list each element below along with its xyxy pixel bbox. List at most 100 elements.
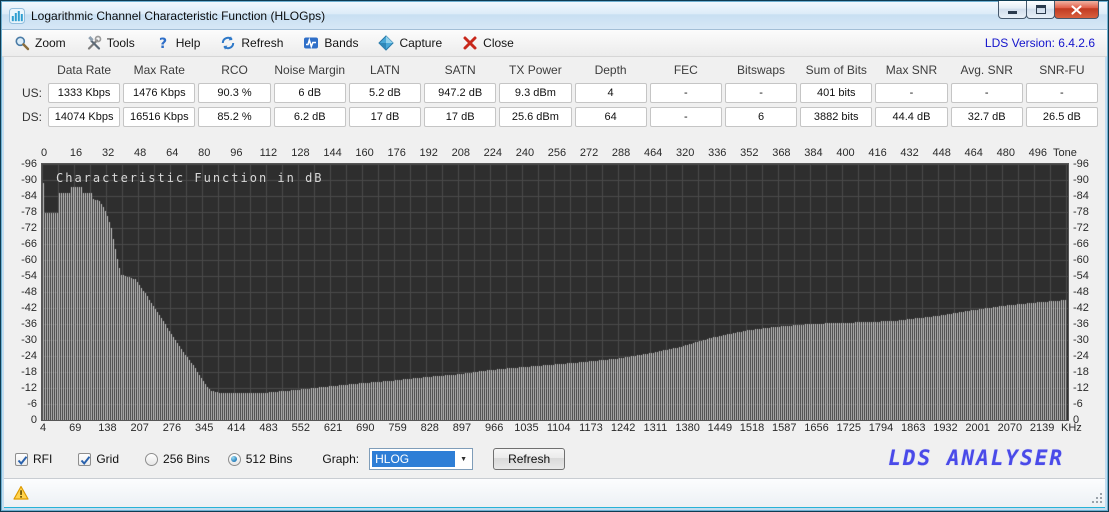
db-tick: -30 (3, 334, 37, 346)
db-tick: -66 (1073, 238, 1107, 250)
db-tick: -54 (3, 270, 37, 282)
khz-tick: 966 (485, 422, 503, 434)
title-bar[interactable]: Logarithmic Channel Characteristic Funct… (2, 2, 1107, 30)
bins-512-radio[interactable] (228, 453, 241, 466)
toolbar-button-zoom[interactable]: Zoom (14, 35, 66, 51)
tone-tick: 16 (70, 147, 82, 159)
toolbar-button-tools[interactable]: Tools (86, 35, 135, 51)
khz-tick: 552 (292, 422, 310, 434)
y-axis-right: -96-90-84-78-72-66-60-54-48-42-36-30-24-… (1073, 163, 1107, 421)
db-tick: -36 (3, 318, 37, 330)
stats-value-cell: 1333 Kbps (48, 83, 120, 103)
plot-area[interactable]: Characteristic Function in dB (41, 163, 1069, 421)
status-bar (4, 478, 1105, 506)
khz-tick: 345 (195, 422, 213, 434)
toolbar-button-label: Capture (399, 36, 442, 50)
tone-tick: 256 (548, 147, 566, 159)
tone-tick: 336 (708, 147, 726, 159)
stats-value-cell: - (1026, 83, 1098, 103)
tone-tick: 128 (291, 147, 309, 159)
svg-text:?: ? (159, 36, 167, 51)
graph-select[interactable]: HLOG ▼ (369, 448, 473, 470)
hlog-plot-canvas[interactable] (42, 164, 1068, 420)
khz-tick: 1104 (547, 422, 571, 434)
khz-tick: 1932 (933, 422, 957, 434)
stats-column-header: Sum of Bits (800, 63, 872, 79)
minimize-button[interactable] (998, 1, 1027, 19)
db-tick: -90 (1073, 174, 1107, 186)
stats-value-cell: 90.3 % (198, 83, 270, 103)
toolbar-button-refresh[interactable]: Refresh (220, 35, 283, 51)
toolbar-button-help[interactable]: ?Help (155, 35, 201, 51)
db-tick: -6 (1073, 398, 1107, 410)
stats-column-header: Depth (575, 63, 647, 79)
grid-checkbox[interactable] (78, 453, 91, 466)
db-tick: -84 (3, 190, 37, 202)
khz-tick: 1794 (869, 422, 893, 434)
khz-tick: 276 (163, 422, 181, 434)
tone-tick: 448 (932, 147, 950, 159)
khz-tick: 1863 (901, 422, 925, 434)
tone-tick: 64 (166, 147, 178, 159)
toolbar: Zoom Tools ?Help Refresh Bands Capture Close L… (2, 30, 1107, 57)
khz-tick: 897 (453, 422, 471, 434)
rfi-checkbox[interactable] (15, 453, 28, 466)
toolbar-button-label: Close (483, 36, 514, 50)
db-tick: 0 (3, 414, 37, 426)
tone-tick: 352 (740, 147, 758, 159)
bins-256-label: 256 Bins (163, 452, 210, 466)
graph-selected-value: HLOG (372, 451, 455, 467)
db-tick: -42 (1073, 302, 1107, 314)
version-label: LDS Version: 6.4.2.6 (985, 36, 1095, 50)
toolbar-button-bands[interactable]: Bands (303, 35, 358, 51)
stats-column-header: SATN (424, 63, 496, 79)
resize-grip[interactable] (1091, 492, 1103, 504)
khz-tick: 828 (421, 422, 439, 434)
chevron-down-icon[interactable]: ▼ (455, 456, 472, 463)
khz-tick: 1380 (675, 422, 699, 434)
khz-tick: 690 (356, 422, 374, 434)
stats-value-cell: - (875, 83, 947, 103)
stats-value-cell: 1476 Kbps (123, 83, 195, 103)
khz-axis-unit: KHz (1061, 422, 1082, 434)
bins-512-label: 512 Bins (246, 452, 293, 466)
tone-tick: 176 (387, 147, 405, 159)
khz-tick: 4 (40, 422, 46, 434)
tone-tick: 320 (676, 147, 694, 159)
db-tick: -78 (1073, 206, 1107, 218)
db-tick: -42 (3, 302, 37, 314)
bins-256-radio[interactable] (145, 453, 158, 466)
stats-value-cell: 25.6 dBm (499, 107, 571, 127)
khz-tick: 1656 (804, 422, 828, 434)
stats-value-cell: 14074 Kbps (48, 107, 120, 127)
tone-tick: 384 (804, 147, 822, 159)
stats-value-cell: 9.3 dBm (499, 83, 571, 103)
stats-column-header: RCO (198, 63, 270, 79)
tone-tick: 368 (772, 147, 790, 159)
khz-tick: 1035 (514, 422, 538, 434)
tone-tick: 496 (1029, 147, 1047, 159)
stats-column-header: LATN (349, 63, 421, 79)
tone-tick: 400 (836, 147, 854, 159)
refresh-button[interactable]: Refresh (493, 448, 565, 470)
tone-tick: 144 (323, 147, 341, 159)
db-tick: -60 (3, 254, 37, 266)
maximize-button[interactable] (1026, 1, 1055, 19)
tone-tick: 160 (355, 147, 373, 159)
db-tick: -72 (1073, 222, 1107, 234)
khz-tick: 1725 (837, 422, 861, 434)
stats-column-header: SNR-FU (1026, 63, 1098, 79)
stats-value-cell: 6 dB (274, 83, 346, 103)
toolbar-button-close[interactable]: Close (462, 35, 514, 51)
stats-row-label: US: (11, 86, 45, 100)
stats-value-cell: 5.2 dB (349, 83, 421, 103)
stats-value-cell: 32.7 dB (951, 107, 1023, 127)
stats-value-cell: 17 dB (349, 107, 421, 127)
stats-value-cell: 6 (725, 107, 797, 127)
tone-tick: 208 (452, 147, 470, 159)
close-button[interactable] (1054, 1, 1099, 19)
db-tick: -24 (1073, 350, 1107, 362)
toolbar-button-capture[interactable]: Capture (378, 35, 442, 51)
stats-column-header: Noise Margin (274, 63, 346, 79)
chart-controls: RFI Grid 256 Bins 512 Bins Graph: HLOG ▼… (15, 447, 565, 471)
